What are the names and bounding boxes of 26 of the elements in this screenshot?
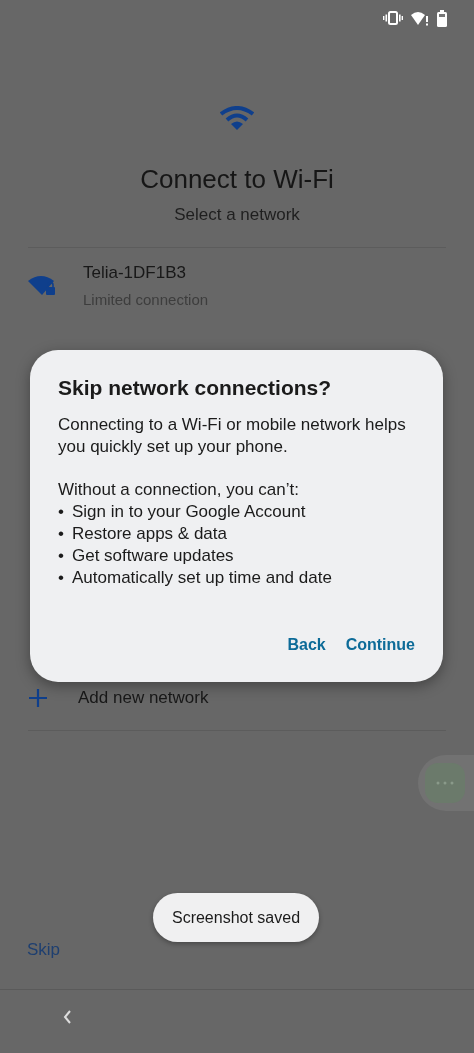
wifi-icon (220, 106, 254, 130)
bullet: • (58, 501, 65, 523)
bullet: • (58, 545, 65, 567)
screen-title: Connect to Wi-Fi (140, 163, 334, 195)
list-item-text: Automatically set up time and date (72, 567, 332, 589)
wifi-alert-icon (411, 10, 429, 26)
skip-button[interactable]: Skip (27, 940, 61, 960)
continue-button[interactable]: Continue (345, 632, 415, 658)
bullet: • (58, 567, 65, 589)
back-icon[interactable] (63, 1010, 72, 1024)
toast-message: Screenshot saved (171, 908, 301, 927)
wifi-lock-icon (28, 275, 56, 297)
battery-icon (437, 9, 447, 27)
list-item-text: Sign in to your Google Account (72, 501, 306, 523)
dialog-title: Skip network connections? (58, 375, 333, 401)
add-network-link[interactable]: Add new network (78, 688, 209, 708)
vibrate-icon (383, 11, 403, 25)
network-name: Telia-1DF1B3 (83, 261, 187, 284)
plus-icon (28, 688, 48, 708)
back-button[interactable]: Back (287, 632, 326, 658)
screen-subtitle: Select a network (174, 204, 300, 226)
bullet: • (58, 523, 65, 545)
dialog-list-heading: Without a connection, you can’t: (58, 479, 300, 501)
dialog-message: Connecting to a Wi-Fi or mobile network helps you quickly set up your phone. (58, 414, 407, 458)
list-item-text: Restore apps & data (72, 523, 227, 545)
list-item-text: Get software updates (72, 545, 234, 567)
